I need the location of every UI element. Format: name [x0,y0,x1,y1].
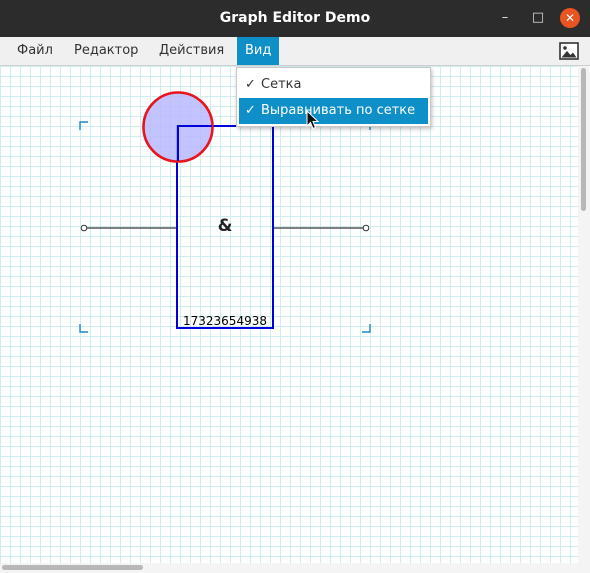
input-port[interactable] [80,224,88,232]
horizontal-scroll-thumb[interactable] [2,565,143,570]
maximize-icon[interactable]: □ [528,8,548,28]
menu-bar: Файл Редактор Действия Вид [0,37,590,66]
canvas-drawing [79,91,371,333]
menu-view[interactable]: Вид [237,37,280,65]
close-icon[interactable]: ✕ [560,8,580,28]
menu-file[interactable]: Файл [9,37,61,65]
scroll-corner [578,563,590,573]
minimize-icon[interactable]: – [495,8,515,28]
view-dropdown-menu: ✓ Сетка ✓ Выравнивать по сетке [236,67,431,127]
menu-actions[interactable]: Действия [151,37,232,65]
menu-editor[interactable]: Редактор [66,37,146,65]
title-bar: Graph Editor Demo – □ ✕ [0,0,590,37]
check-icon: ✓ [245,77,256,92]
node-id-label: 17323654938 [183,314,267,328]
graph-canvas[interactable]: & 17323654938 [0,66,578,563]
mouse-cursor-icon [306,110,320,130]
menu-item-snap-label: Выравнивать по сетке [261,103,416,118]
vertical-scroll-thumb[interactable] [581,68,586,211]
vertical-scrollbar[interactable] [578,66,590,563]
image-icon[interactable] [559,42,579,60]
menu-item-grid-label: Сетка [261,77,302,92]
node-symbol: & [217,216,233,236]
output-port[interactable] [362,224,370,232]
horizontal-scrollbar[interactable] [0,563,578,573]
menu-item-snap-to-grid[interactable]: ✓ Выравнивать по сетке [239,98,428,124]
check-icon: ✓ [245,103,256,118]
menu-item-grid[interactable]: ✓ Сетка [239,72,428,98]
